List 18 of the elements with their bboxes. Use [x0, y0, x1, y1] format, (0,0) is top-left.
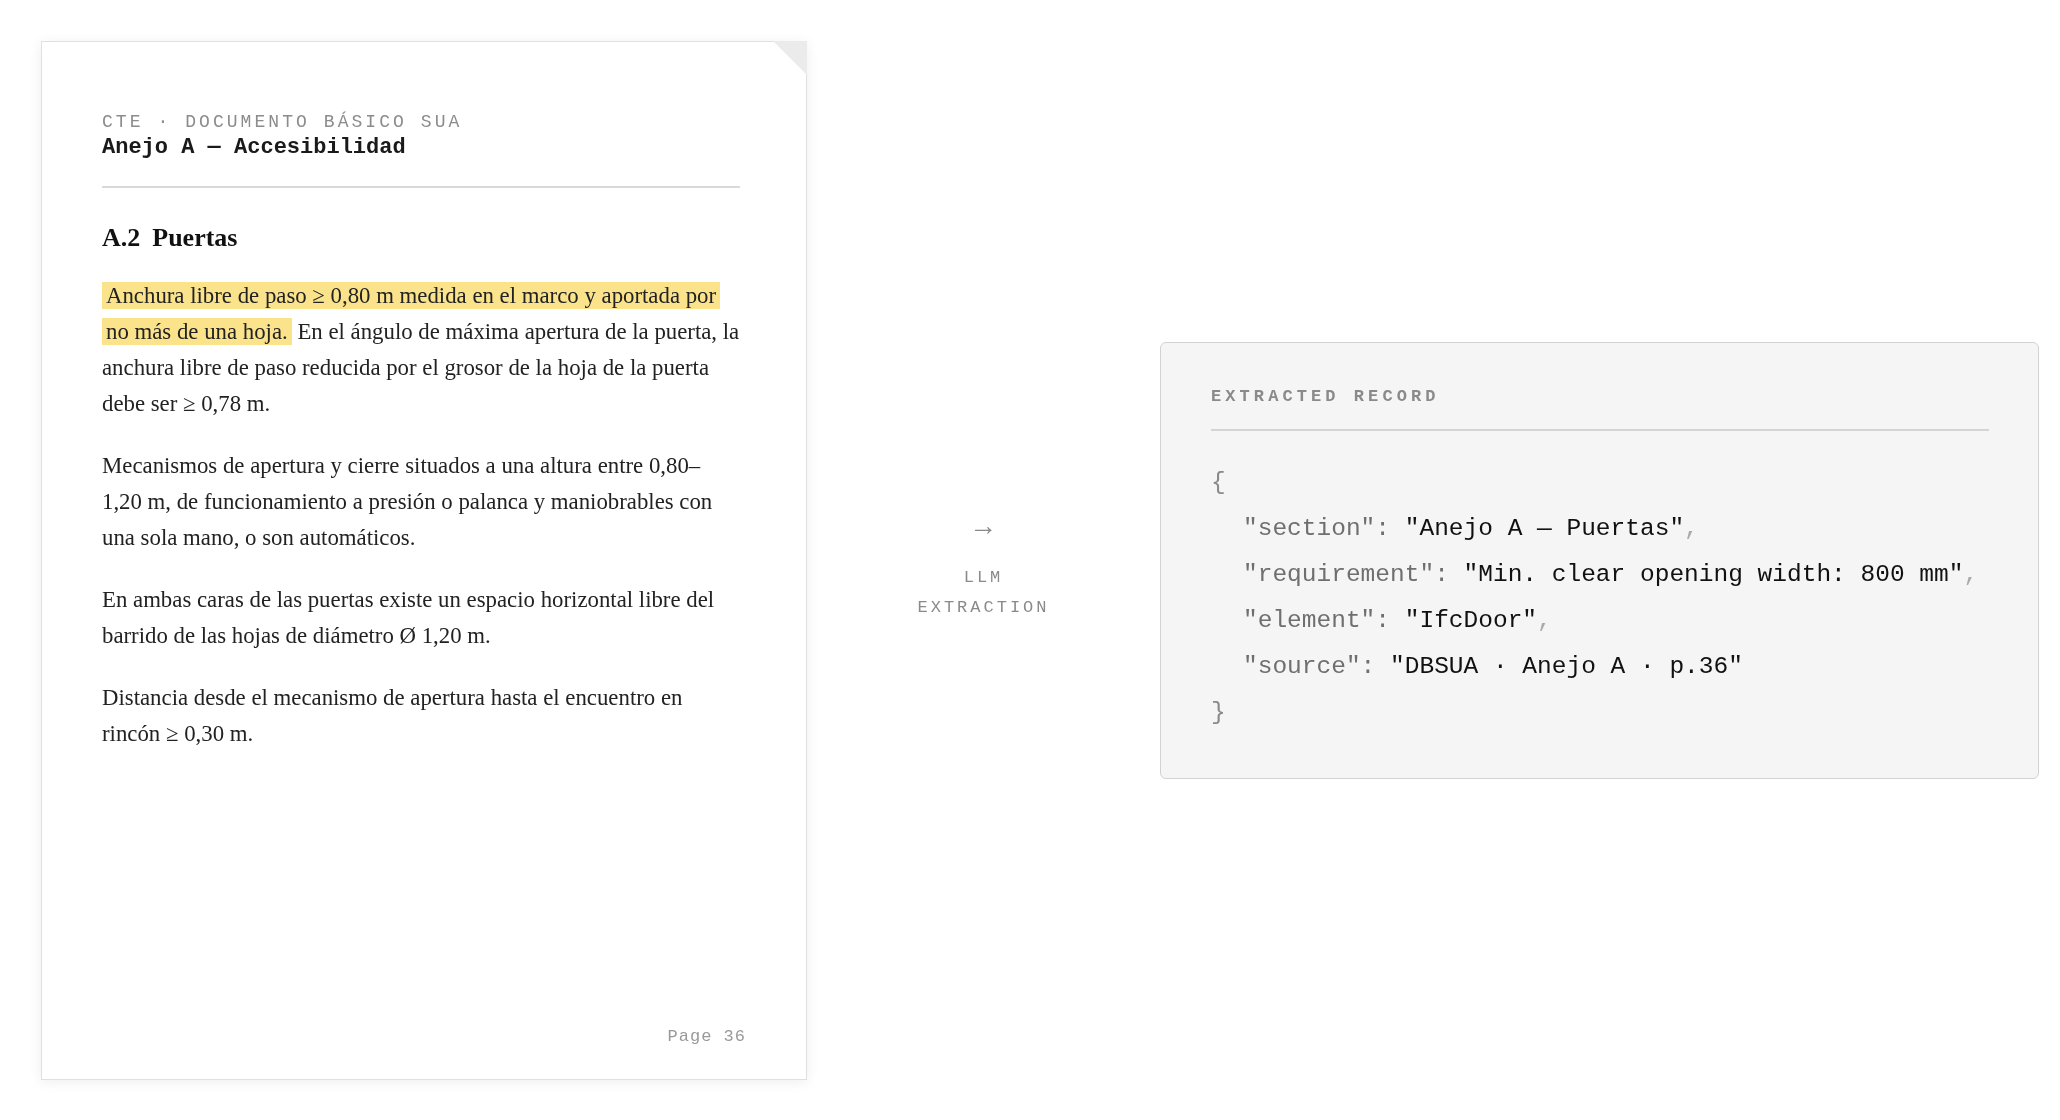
- json-field-line: "source": "DBSUA · Anejo A · p.36": [1243, 651, 1743, 682]
- json-field-line: "element": "IfcDoor",: [1243, 605, 1552, 636]
- process-label: LLM EXTRACTION: [916, 566, 1051, 619]
- json-field-line: "section": "Anejo A — Puertas",: [1243, 513, 1699, 544]
- section-number: A.2: [102, 221, 141, 254]
- body-paragraph: Anchura libre de paso ≥ 0,80 m medida en el marco y aportada por no más de una hoja. En el ángulo de máxima apertura de la puerta, la anchura libre de paso reducida por el grosor de la hoja de la puerta debe ser ≥ 0,78 m.: [102, 280, 741, 418]
- document-title: Anejo A — Accesibilidad: [102, 133, 407, 162]
- document-series-label: CTE · DOCUMENTO BÁSICO SUA: [102, 110, 464, 134]
- body-paragraph: Mecanismos de apertura y cierre situados a una altura entre 0,80–1,20 m, de funcionamiento a presión o palanca y maniobrables con una sola mano, o son automáticos.: [102, 451, 714, 552]
- body-paragraph: Distancia desde el mecanismo de apertura hasta el encuentro en rincón ≥ 0,30 m.: [102, 683, 684, 748]
- arrow-icon: →: [975, 511, 992, 544]
- panel-title: EXTRACTED RECORD: [1211, 385, 1441, 408]
- section-title: Puertas: [152, 221, 238, 254]
- open-brace: {: [1211, 467, 1226, 498]
- close-brace: }: [1211, 697, 1226, 728]
- page-number: Page 36: [667, 1025, 746, 1048]
- body-paragraph: En ambas caras de las puertas existe un espacio horizontal libre del barrido de las hojas de diámetro Ø 1,20 m.: [102, 585, 716, 650]
- json-field-line: "requirement": "Min. clear opening width: 800 mm",: [1243, 559, 1979, 590]
